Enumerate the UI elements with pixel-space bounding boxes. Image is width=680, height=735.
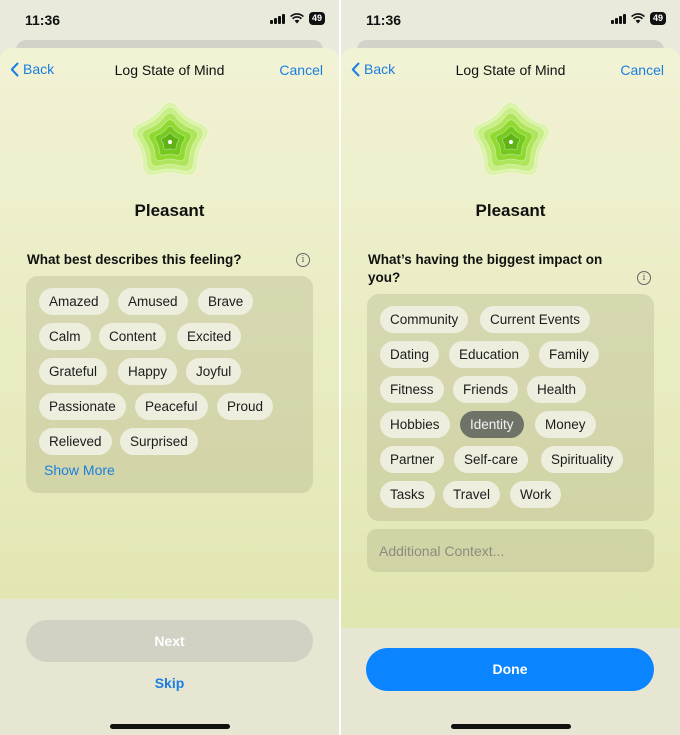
chip-dating[interactable]: Dating [380, 341, 440, 368]
cellular-signal-icon [610, 13, 626, 24]
cancel-button[interactable]: Cancel [620, 62, 664, 78]
chip-spirituality[interactable]: Spirituality [541, 446, 624, 473]
chip-community[interactable]: Community [380, 306, 469, 333]
footer: Next Skip [0, 599, 339, 735]
chip-health[interactable]: Health [527, 376, 587, 403]
status-bar: 11:36 49 [341, 0, 680, 42]
impact-question: What’s having the biggest impact on you? [368, 252, 603, 285]
chip-current-events[interactable]: Current Events [480, 306, 591, 333]
chip-self-care[interactable]: Self-care [454, 446, 529, 473]
chip-work[interactable]: Work [510, 481, 562, 508]
back-button[interactable]: Back [10, 61, 54, 77]
cancel-button[interactable]: Cancel [279, 62, 323, 78]
state-of-mind-sheet: Back Log State of Mind Cancel Pleasant W… [341, 48, 680, 735]
feeling-question: What best describes this feeling? [27, 252, 242, 267]
mood-flower-icon [472, 101, 550, 177]
chip-passionate[interactable]: Passionate [39, 393, 126, 420]
chip-family[interactable]: Family [539, 341, 599, 368]
chip-relieved[interactable]: Relieved [39, 428, 112, 455]
home-indicator [451, 724, 571, 729]
wifi-icon [631, 13, 645, 24]
chip-calm[interactable]: Calm [39, 323, 91, 350]
done-button[interactable]: Done [366, 648, 654, 691]
info-icon[interactable]: i [637, 271, 651, 285]
chip-amazed[interactable]: Amazed [39, 288, 109, 315]
back-button[interactable]: Back [351, 61, 395, 77]
additional-context-input[interactable] [367, 529, 654, 572]
chip-fitness[interactable]: Fitness [380, 376, 444, 403]
home-indicator [110, 724, 230, 729]
chip-brave[interactable]: Brave [198, 288, 254, 315]
mood-label: Pleasant [134, 201, 205, 220]
chip-education[interactable]: Education [449, 341, 530, 368]
status-bar: 11:36 49 [0, 0, 339, 42]
chip-excited[interactable]: Excited [177, 323, 242, 350]
state-of-mind-sheet: Back Log State of Mind Cancel Pleasant W… [0, 48, 339, 735]
chevron-left-icon [351, 62, 360, 76]
skip-link[interactable]: Skip [0, 675, 339, 691]
chip-proud[interactable]: Proud [217, 393, 274, 420]
cellular-signal-icon [269, 13, 285, 24]
chip-amused[interactable]: Amused [118, 288, 188, 315]
impact-chip-group: Community Current Events Dating Educatio… [367, 294, 654, 521]
show-more-link[interactable]: Show More [44, 462, 115, 478]
chip-peaceful[interactable]: Peaceful [135, 393, 208, 420]
phone-screen-right: 11:36 49 Back Log State of Mind Cancel P… [341, 0, 680, 735]
chip-travel[interactable]: Travel [443, 481, 501, 508]
battery-icon: 49 [649, 12, 666, 25]
chip-hobbies[interactable]: Hobbies [380, 411, 450, 438]
chip-tasks[interactable]: Tasks [380, 481, 435, 508]
feelings-chip-group: Amazed Amused Brave Calm Content Excited… [26, 276, 313, 493]
chip-grateful[interactable]: Grateful [39, 358, 108, 385]
chip-happy[interactable]: Happy [118, 358, 178, 385]
chip-identity-selected[interactable]: Identity [460, 411, 524, 438]
footer: Done [341, 628, 680, 735]
wifi-icon [290, 13, 304, 24]
battery-icon: 49 [308, 12, 325, 25]
chevron-left-icon [10, 62, 19, 76]
back-label: Back [23, 61, 55, 77]
chip-surprised[interactable]: Surprised [120, 428, 198, 455]
nav-bar: Back Log State of Mind Cancel [0, 48, 339, 92]
status-time: 11:36 [25, 12, 61, 28]
mood-label: Pleasant [475, 201, 546, 220]
chip-joyful[interactable]: Joyful [186, 358, 242, 385]
back-label: Back [364, 61, 396, 77]
phone-screen-left: 11:36 49 Back Log State of Mind Cancel P… [0, 0, 339, 735]
status-time: 11:36 [366, 12, 402, 28]
next-button[interactable]: Next [26, 620, 313, 662]
chip-money[interactable]: Money [535, 411, 596, 438]
chip-partner[interactable]: Partner [380, 446, 445, 473]
chip-friends[interactable]: Friends [453, 376, 519, 403]
nav-bar: Back Log State of Mind Cancel [341, 48, 680, 92]
info-icon[interactable]: i [296, 253, 310, 267]
mood-flower-icon [131, 101, 209, 177]
chip-content[interactable]: Content [99, 323, 167, 350]
